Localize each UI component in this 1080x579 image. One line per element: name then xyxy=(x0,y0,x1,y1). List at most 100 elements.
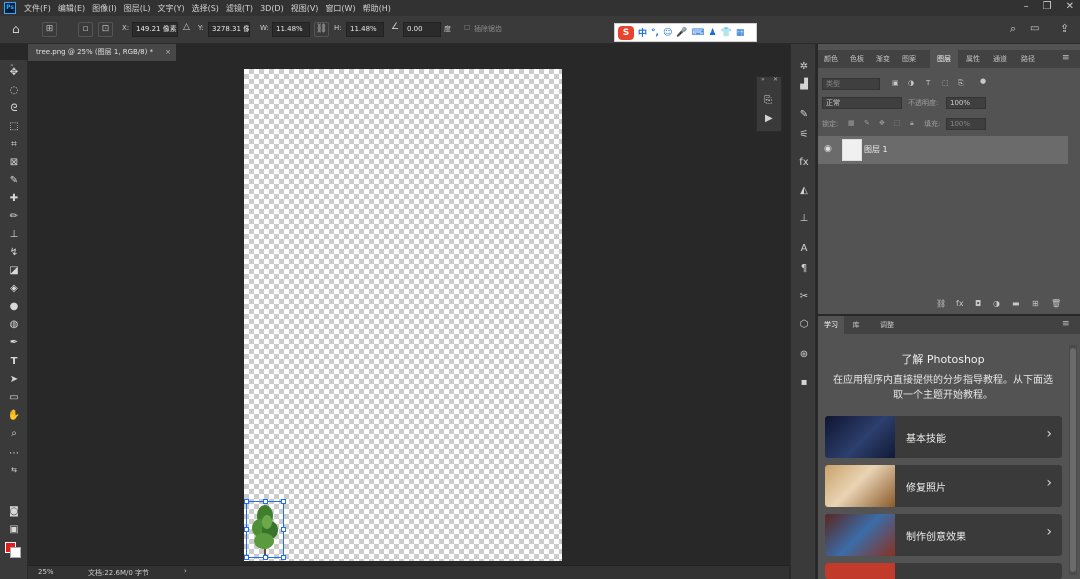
new-layer-icon[interactable]: ⊞ xyxy=(1032,299,1039,308)
blur-tool-icon[interactable]: ● xyxy=(7,300,21,314)
history-brush-tool-icon[interactable]: ↯ xyxy=(7,246,21,260)
screen-mode-icon[interactable]: ▣ xyxy=(7,523,21,537)
menu-layer[interactable]: 图层(L) xyxy=(124,3,151,14)
delete-layer-icon[interactable]: 🗑︎ xyxy=(1051,299,1061,308)
more-tools-icon[interactable]: ⋯ xyxy=(7,447,21,461)
menu-3d[interactable]: 3D(D) xyxy=(260,4,284,13)
menu-type[interactable]: 文字(Y) xyxy=(157,3,184,14)
background-color-swatch[interactable] xyxy=(10,547,21,558)
delta-icon[interactable]: △ xyxy=(183,22,190,32)
menu-view[interactable]: 视图(V) xyxy=(291,3,319,14)
close-icon[interactable]: ✕ xyxy=(773,76,778,83)
pen-tool-icon[interactable]: ✒ xyxy=(7,336,21,350)
visibility-eye-icon[interactable]: ◉ xyxy=(824,144,832,154)
object-selection-tool-icon[interactable]: ⬚ xyxy=(7,120,21,134)
paint-bucket-tool-icon[interactable]: ◈ xyxy=(7,282,21,296)
panel-menu-icon[interactable]: ≡ xyxy=(1062,53,1070,63)
y-field[interactable]: 3278.31 像 xyxy=(208,22,250,37)
properties-icon[interactable]: ⊛ xyxy=(795,346,813,364)
panel-menu-icon[interactable]: ≡ xyxy=(1062,319,1070,329)
home-icon[interactable]: ⌂ xyxy=(12,22,20,36)
tab-gradients[interactable]: 渐变 xyxy=(870,50,896,68)
ime-menu-icon[interactable]: ▦ xyxy=(736,28,745,38)
tab-color[interactable]: 颜色 xyxy=(818,50,844,68)
tab-libraries[interactable]: 库 xyxy=(846,316,866,334)
tool-presets-icon[interactable]: ✂ xyxy=(795,288,813,306)
swap-colors-icon[interactable]: ⇆ xyxy=(7,463,21,477)
brush-tool-icon[interactable]: ✏ xyxy=(7,210,21,224)
transform-bounding-box[interactable] xyxy=(244,499,286,560)
play-icon[interactable]: ▶ xyxy=(765,113,773,124)
blend-mode-select[interactable]: 正常 xyxy=(822,97,902,109)
menu-edit[interactable]: 编辑(E) xyxy=(58,3,85,14)
learn-scrollbar[interactable] xyxy=(1069,345,1077,575)
tab-paths[interactable]: 路径 xyxy=(1014,50,1042,68)
clone-source-icon[interactable]: ⊥ xyxy=(795,210,813,228)
layer-row[interactable]: ◉ 图层 1 xyxy=(818,136,1068,164)
paragraph-icon[interactable]: ¶ xyxy=(795,260,813,278)
document-tab[interactable]: tree.png @ 25% (图层 1, RGB/8) * × xyxy=(28,44,176,61)
menu-help[interactable]: 帮助(H) xyxy=(363,3,391,14)
menu-file[interactable]: 文件(F) xyxy=(24,3,51,14)
transform-handle[interactable] xyxy=(281,527,286,532)
zoom-level[interactable]: 25% xyxy=(38,568,54,576)
workspace-icon[interactable]: ▭ xyxy=(1030,23,1039,34)
shapes-icon[interactable]: ◭ xyxy=(795,182,813,200)
tutorial-card-partial[interactable] xyxy=(825,563,1062,579)
interpolation-checkbox[interactable]: ☐ xyxy=(464,24,470,32)
ime-punctuation-icon[interactable]: °, xyxy=(651,28,659,38)
tutorial-card-creative-effects[interactable]: 制作创意效果 › xyxy=(825,514,1062,556)
ime-user-icon[interactable]: ♟ xyxy=(709,28,717,38)
tutorial-card-basic-skills[interactable]: 基本技能 › xyxy=(825,416,1062,458)
lock-pixels-icon[interactable]: ✎ xyxy=(864,119,870,127)
histogram-icon[interactable]: ▟ xyxy=(795,76,813,94)
lock-artboard-icon[interactable]: ⬚ xyxy=(894,119,901,127)
tab-patterns[interactable]: 图案 xyxy=(896,50,922,68)
more-panels-icon[interactable]: ▪ xyxy=(795,374,813,392)
type-tool-icon[interactable]: T xyxy=(7,355,21,369)
transform-handle[interactable] xyxy=(244,527,249,532)
clone-stamp-tool-icon[interactable]: ⊥ xyxy=(7,228,21,242)
ime-voice-icon[interactable]: 🎤 xyxy=(676,28,687,38)
transform-handle[interactable] xyxy=(263,499,268,504)
transform-handle[interactable] xyxy=(281,499,286,504)
menu-image[interactable]: 图像(I) xyxy=(92,3,117,14)
height-field[interactable]: 11.48% xyxy=(346,22,384,37)
layer-style-icon[interactable]: fx xyxy=(956,299,964,308)
sogou-logo-icon[interactable]: S xyxy=(618,25,634,40)
ime-chinese-mode[interactable]: 中 xyxy=(638,26,647,39)
transform-handle[interactable] xyxy=(263,555,268,560)
hand-tool-icon[interactable]: ✋ xyxy=(7,409,21,423)
character-icon[interactable]: A xyxy=(795,240,813,258)
reference-point-icon[interactable]: ▫ xyxy=(78,22,93,37)
filter-toggle-icon[interactable]: ● xyxy=(980,77,986,85)
filter-shape-icon[interactable]: ⬚ xyxy=(942,79,949,87)
link-layers-icon[interactable]: ⛓ xyxy=(936,299,946,308)
menu-select[interactable]: 选择(S) xyxy=(192,3,219,14)
marquee-tool-icon[interactable]: ◌ xyxy=(7,84,21,98)
lasso-tool-icon[interactable]: ᘓ xyxy=(7,102,21,116)
close-tab-icon[interactable]: × xyxy=(165,44,171,61)
navigator-icon[interactable]: ✲ xyxy=(795,58,813,76)
layer-mask-icon[interactable]: ◘ xyxy=(975,299,981,308)
transform-icon[interactable]: ⊞ xyxy=(42,22,57,37)
collapse-icon[interactable]: » xyxy=(761,76,765,83)
filter-adjust-icon[interactable]: ◑ xyxy=(908,79,914,87)
move-tool-icon[interactable]: ✥ xyxy=(7,66,21,80)
dodge-tool-icon[interactable]: ◍ xyxy=(7,318,21,332)
tab-learn[interactable]: 学习 xyxy=(818,316,844,334)
eyedropper-tool-icon[interactable]: ✎ xyxy=(7,174,21,188)
filter-smart-icon[interactable]: ⎘ xyxy=(958,79,964,88)
transform-handle[interactable] xyxy=(244,499,249,504)
tab-layers[interactable]: 图层 xyxy=(930,50,958,68)
search-icon[interactable]: ⌕ xyxy=(1010,22,1016,36)
close-icon[interactable]: ✕ xyxy=(1066,1,1074,12)
transform-handle[interactable] xyxy=(244,555,249,560)
minimize-icon[interactable]: – xyxy=(1024,1,1029,12)
status-arrow-icon[interactable]: › xyxy=(184,567,187,575)
path-selection-tool-icon[interactable]: ➤ xyxy=(7,373,21,387)
ime-keyboard-icon[interactable]: ⌨ xyxy=(692,28,705,38)
brush-settings-icon[interactable]: ✎ xyxy=(795,106,813,124)
fill-field[interactable]: 100% xyxy=(946,118,986,130)
opacity-field[interactable]: 100% xyxy=(946,97,986,109)
